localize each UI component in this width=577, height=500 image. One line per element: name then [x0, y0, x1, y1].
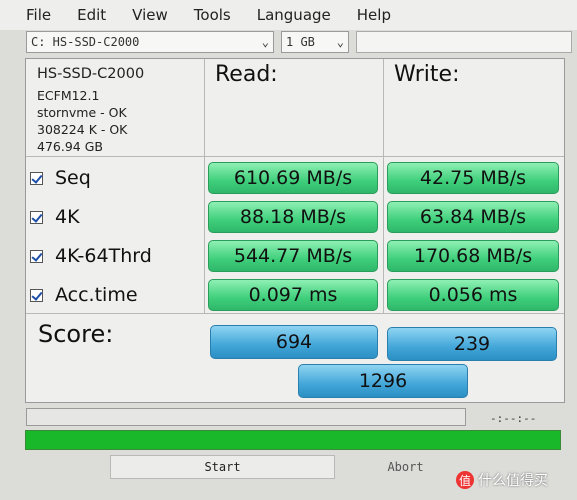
start-button[interactable]: Start [110, 455, 335, 479]
menu-file[interactable]: File [26, 6, 51, 24]
watermark-text: 什么值得买 [478, 473, 548, 489]
4k-read-result: 88.18 MB/s [208, 201, 378, 233]
chevron-down-icon: ⌄ [261, 35, 269, 49]
menu-tools[interactable]: Tools [194, 6, 231, 24]
row-label: 4K-64Thrd [55, 245, 152, 267]
row-acc-time[interactable]: Acc.time [30, 278, 138, 312]
drive-info: HS-SSD-C2000 ECFM12.1 stornvme - OK 3082… [27, 60, 202, 156]
row-label: 4K [55, 206, 80, 228]
divider [26, 313, 564, 314]
checkbox-4k-64thrd[interactable] [30, 249, 43, 263]
acc-read-result: 0.097 ms [208, 279, 378, 311]
score-read: 694 [210, 325, 378, 359]
write-header: Write: [394, 62, 460, 87]
drive-name: HS-SSD-C2000 [37, 66, 145, 82]
row-label: Seq [55, 167, 91, 189]
menu-help[interactable]: Help [357, 6, 391, 24]
progress-bar-overall [25, 430, 561, 450]
divider [204, 59, 205, 313]
blank-field[interactable] [356, 31, 572, 53]
progress-bar-test [26, 408, 466, 426]
checkbox-4k[interactable] [30, 210, 43, 224]
driver-status: stornvme - OK [37, 105, 127, 120]
watermark-badge: 值 [456, 471, 474, 489]
divider [383, 59, 384, 313]
drive-select[interactable]: C: HS-SSD-C2000 ⌄ [26, 31, 274, 53]
abort-button[interactable]: Abort [348, 455, 463, 479]
4k64-write-result: 170.68 MB/s [387, 240, 559, 272]
row-seq[interactable]: Seq [30, 161, 91, 195]
alignment-status: 308224 K - OK [37, 122, 128, 137]
acc-write-result: 0.056 ms [387, 279, 559, 311]
menu-edit[interactable]: Edit [77, 6, 106, 24]
drive-select-value: C: HS-SSD-C2000 [31, 35, 140, 49]
menu-language[interactable]: Language [257, 6, 331, 24]
capacity: 476.94 GB [37, 139, 103, 154]
read-header: Read: [215, 62, 278, 87]
elapsed-time: -:--:-- [490, 412, 537, 425]
menu-bar: File Edit View Tools Language Help [0, 0, 577, 30]
size-select-value: 1 GB [286, 35, 315, 49]
row-4k[interactable]: 4K [30, 200, 80, 234]
4k64-read-result: 544.77 MB/s [208, 240, 378, 272]
checkbox-seq[interactable] [30, 171, 43, 185]
seq-write-result: 42.75 MB/s [387, 162, 559, 194]
seq-read-result: 610.69 MB/s [208, 162, 378, 194]
score-total: 1296 [298, 364, 468, 398]
firmware: ECFM12.1 [37, 88, 100, 103]
score-label: Score: [38, 320, 114, 348]
chevron-down-icon: ⌄ [336, 35, 344, 49]
4k-write-result: 63.84 MB/s [387, 201, 559, 233]
checkbox-acc-time[interactable] [30, 288, 43, 302]
row-label: Acc.time [55, 284, 138, 306]
divider [26, 156, 564, 157]
score-write: 239 [387, 327, 557, 361]
menu-view[interactable]: View [132, 6, 168, 24]
row-4k-64thrd[interactable]: 4K-64Thrd [30, 239, 152, 273]
size-select[interactable]: 1 GB ⌄ [281, 31, 349, 53]
watermark: 值 什么值得买 [456, 470, 548, 490]
